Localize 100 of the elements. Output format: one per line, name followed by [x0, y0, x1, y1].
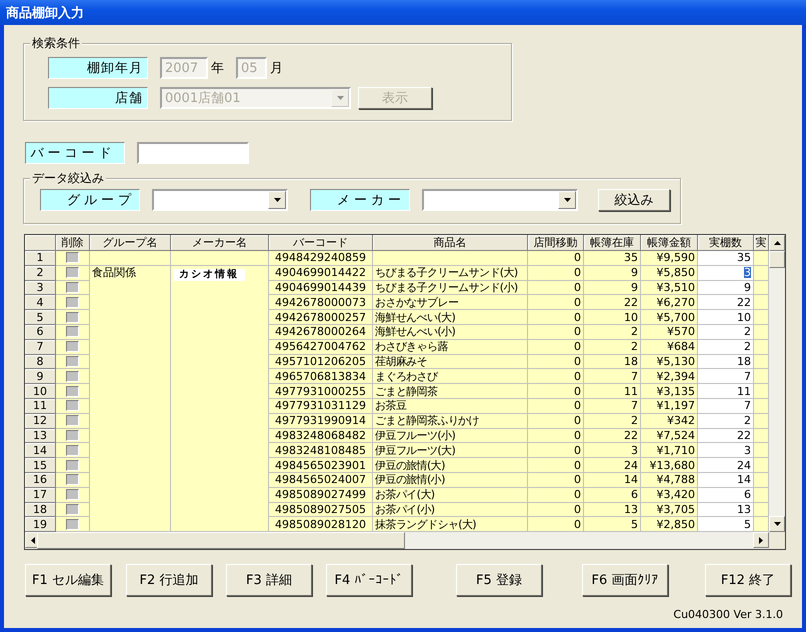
delete-checkbox[interactable] — [66, 460, 79, 471]
table-cell: 4942678000257 — [269, 310, 373, 325]
table-cell: 4985089027499 — [269, 488, 373, 503]
table-cell: 4977931031129 — [269, 398, 373, 414]
barcode-field[interactable] — [137, 142, 249, 164]
version-text: Cu040300 Ver 3.1.0 — [673, 608, 783, 621]
column-header[interactable]: 実棚数 — [698, 235, 754, 251]
delete-checkbox[interactable] — [66, 430, 79, 441]
table-cell[interactable]: 5 — [698, 517, 754, 532]
table-cell: 抹茶ラングドシャ(大) — [373, 517, 528, 532]
delete-checkbox[interactable] — [66, 415, 79, 426]
scroll-thumb[interactable] — [769, 251, 785, 268]
field-label: バーコード — [25, 142, 125, 164]
vertical-scrollbar[interactable] — [769, 235, 785, 532]
row-number: 5 — [25, 310, 56, 325]
table-cell: 0 — [528, 340, 584, 355]
table-cell: 0 — [528, 280, 584, 296]
delete-checkbox[interactable] — [66, 518, 79, 530]
table-cell: 4956427004762 — [269, 340, 373, 355]
delete-checkbox[interactable] — [66, 341, 79, 352]
column-header[interactable]: 帳簿在庫 — [584, 235, 641, 251]
table-cell: ¥5,850 — [641, 266, 698, 281]
column-header[interactable]: バーコード — [269, 235, 373, 251]
table-cell: 0 — [528, 266, 584, 281]
delete-checkbox[interactable] — [66, 267, 79, 278]
column-header[interactable]: 帳簿金額 — [641, 235, 698, 251]
scroll-right-button[interactable] — [753, 532, 769, 548]
scroll-thumb[interactable] — [37, 532, 405, 549]
delete-checkbox[interactable] — [66, 386, 79, 397]
table-cell[interactable]: 11 — [698, 384, 754, 399]
function-key-button[interactable]: F12 終了 — [705, 564, 791, 596]
function-key-button[interactable]: F5 登録 — [456, 564, 542, 596]
table-cell[interactable]: 6 — [698, 488, 754, 503]
filter-button[interactable]: 絞込み — [598, 189, 670, 211]
table-cell[interactable]: 14 — [698, 472, 754, 488]
table-cell: 4985089028120 — [269, 517, 373, 532]
delete-checkbox[interactable] — [66, 282, 79, 293]
table-cell: ¥3,705 — [641, 502, 698, 518]
delete-checkbox[interactable] — [66, 444, 79, 456]
table-cell: 22 — [584, 295, 641, 310]
delete-checkbox[interactable] — [66, 296, 79, 308]
table-cell[interactable]: 24 — [698, 458, 754, 473]
table-cell[interactable]: 2 — [698, 340, 754, 355]
table-cell[interactable]: 7 — [698, 398, 754, 414]
delete-checkbox[interactable] — [66, 252, 79, 264]
delete-checkbox[interactable] — [66, 489, 79, 500]
scroll-up-button[interactable] — [769, 235, 785, 251]
delete-checkbox[interactable] — [66, 474, 79, 486]
table-cell: ちびまる子クリームサンド(大) — [373, 266, 528, 281]
delete-checkbox[interactable] — [66, 356, 79, 367]
table-cell: 0 — [528, 354, 584, 370]
table-cell[interactable]: 2 — [698, 324, 754, 340]
dropdown-arrow-icon — [274, 198, 280, 202]
table-cell[interactable]: 2 — [698, 414, 754, 429]
function-key-button[interactable]: F2 行追加 — [126, 564, 212, 596]
table-cell: お茶パイ(大) — [373, 488, 528, 503]
table-cell: 9 — [584, 280, 641, 296]
table-cell: 7 — [584, 398, 641, 414]
table-cell: ¥7,524 — [641, 428, 698, 444]
function-key-button[interactable]: F1 セル編集 — [25, 564, 111, 596]
delete-checkbox[interactable] — [66, 312, 79, 323]
table-cell[interactable]: 7 — [698, 369, 754, 384]
scroll-down-button[interactable] — [769, 516, 785, 532]
group-dropdown[interactable] — [152, 189, 288, 211]
delete-checkbox[interactable] — [66, 370, 79, 382]
column-header[interactable]: 店間移動 — [528, 235, 584, 251]
delete-checkbox[interactable] — [66, 400, 79, 412]
table-cell: まぐろわさび — [373, 369, 528, 384]
function-key-button[interactable]: F4 ﾊﾞｰｺｰﾄﾞ — [326, 564, 412, 596]
table-cell[interactable]: 18 — [698, 354, 754, 370]
table-cell: 0 — [528, 502, 584, 518]
table-cell: ¥13,680 — [641, 458, 698, 473]
table-cell[interactable]: 22 — [698, 428, 754, 444]
table-cell: 0 — [528, 310, 584, 325]
dropdown-arrow-icon — [564, 198, 570, 202]
maker-label: カシオ情報 — [173, 268, 245, 281]
table-cell[interactable]: 13 — [698, 502, 754, 518]
maker-dropdown[interactable] — [422, 189, 578, 211]
table-cell[interactable]: 10 — [698, 310, 754, 325]
column-header[interactable]: 商品名 — [373, 235, 528, 251]
column-header[interactable]: グループ名 — [90, 235, 171, 251]
column-header[interactable]: 実 — [754, 235, 769, 251]
horizontal-scrollbar[interactable] — [25, 532, 769, 549]
table-cell[interactable]: 35 — [698, 251, 754, 266]
table-cell: ¥2,850 — [641, 517, 698, 532]
table-cell: 0 — [528, 324, 584, 340]
selected-cell[interactable]: 3 — [698, 266, 754, 281]
function-key-button[interactable]: F3 詳細 — [226, 564, 312, 596]
delete-checkbox[interactable] — [66, 326, 79, 338]
delete-checkbox[interactable] — [66, 504, 79, 515]
table-cell[interactable]: 9 — [698, 280, 754, 296]
table-cell: 7 — [584, 369, 641, 384]
column-header[interactable]: メーカー名 — [171, 235, 269, 251]
function-key-button[interactable]: F6 画面ｸﾘｱ — [582, 564, 668, 596]
table-cell: 0 — [528, 251, 584, 266]
table-cell[interactable]: 22 — [698, 295, 754, 310]
table-cell[interactable]: 3 — [698, 443, 754, 458]
column-header[interactable]: 削除 — [56, 235, 90, 251]
table-cell: 13 — [584, 502, 641, 518]
table-cell: 海鮮せんべい(小) — [373, 324, 528, 340]
